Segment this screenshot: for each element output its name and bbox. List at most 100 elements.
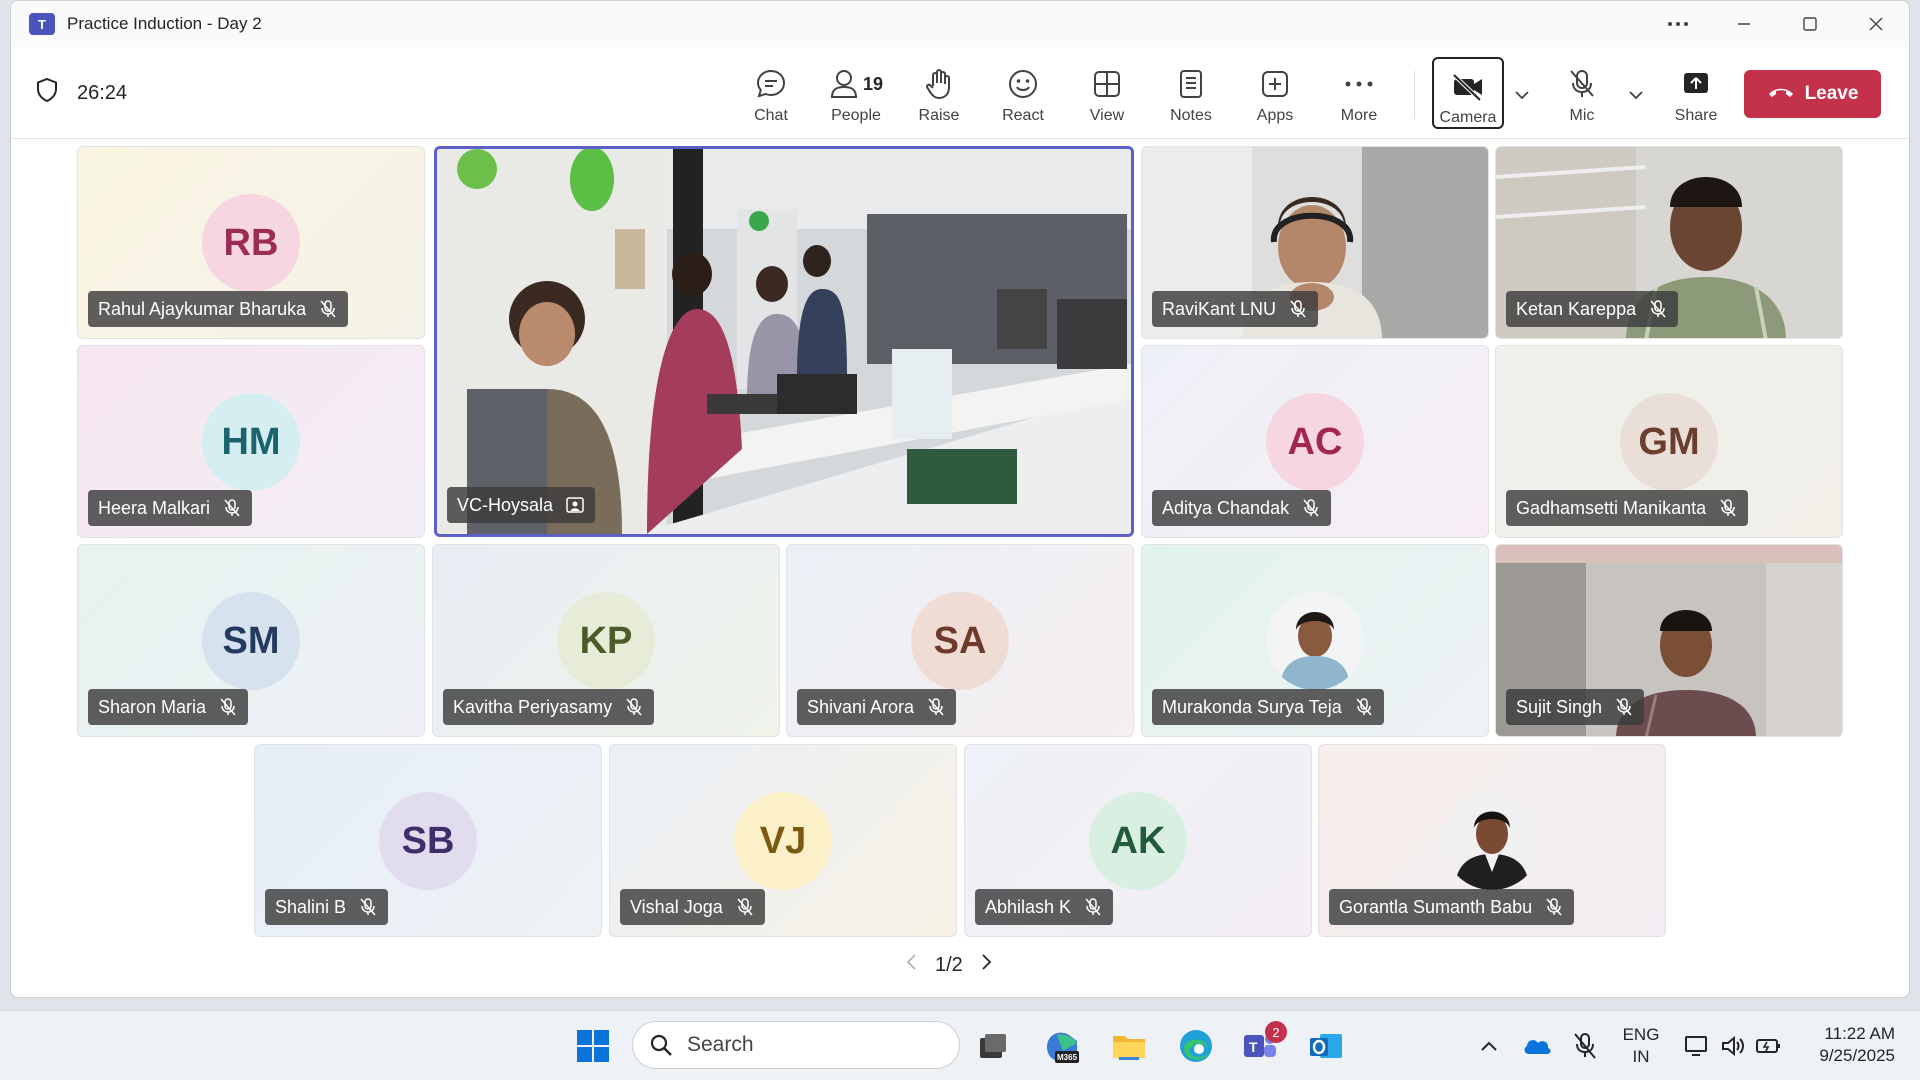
- avatar: SM: [202, 592, 300, 690]
- participant-video-tile[interactable]: Ketan Kareppa: [1495, 146, 1843, 339]
- participant-tile[interactable]: GM Gadhamsetti Manikanta: [1495, 345, 1843, 538]
- network-icon[interactable]: [1678, 1027, 1716, 1065]
- emoji-icon: [1007, 67, 1039, 101]
- apps-button[interactable]: Apps: [1239, 55, 1311, 131]
- mic-off-icon: [1546, 898, 1562, 916]
- leave-button[interactable]: Leave: [1744, 70, 1881, 118]
- share-label: Share: [1674, 107, 1718, 124]
- system-clock[interactable]: 11:22 AM 9/25/2025: [1800, 1023, 1895, 1067]
- participant-name-tag: Shalini B: [265, 889, 389, 925]
- participant-tile[interactable]: HM Heera Malkari: [77, 345, 425, 538]
- more-options-icon[interactable]: [1645, 1, 1711, 47]
- input-language-indicator[interactable]: ENG IN: [1618, 1024, 1664, 1068]
- mic-off-icon: [1720, 499, 1736, 517]
- task-view-icon[interactable]: [974, 1027, 1012, 1065]
- teams-logo-icon: T: [29, 13, 55, 35]
- participant-tile[interactable]: SM Sharon Maria: [77, 544, 425, 737]
- onedrive-cloud-icon[interactable]: [1518, 1027, 1556, 1065]
- participant-video-tile-spotlight[interactable]: VC-Hoysala: [434, 146, 1134, 537]
- chat-button[interactable]: Chat: [735, 55, 807, 131]
- battery-icon[interactable]: [1750, 1027, 1788, 1065]
- teams-taskbar-icon[interactable]: T 2: [1241, 1021, 1287, 1065]
- share-icon: [1681, 67, 1711, 101]
- view-button[interactable]: View: [1071, 55, 1143, 131]
- title-bar: T Practice Induction - Day 2: [11, 1, 1909, 47]
- participant-video-tile[interactable]: Sujit Singh: [1495, 544, 1843, 737]
- participant-name: VC-Hoysala: [457, 494, 554, 515]
- camera-button[interactable]: Camera: [1432, 57, 1504, 129]
- participant-name: Sharon Maria: [98, 696, 207, 717]
- raise-hand-button[interactable]: Raise: [903, 55, 975, 131]
- participant-tile[interactable]: KP Kavitha Periyasamy: [432, 544, 780, 737]
- outlook-icon[interactable]: [1307, 1027, 1345, 1065]
- participant-tile[interactable]: AC Aditya Chandak: [1141, 345, 1489, 538]
- volume-icon[interactable]: [1714, 1027, 1752, 1065]
- windows-start-icon[interactable]: [574, 1027, 612, 1065]
- mic-off-icon: [220, 698, 236, 716]
- participant-name: Rahul Ajaykumar Bharuka: [98, 298, 307, 319]
- participant-name: Ketan Kareppa: [1516, 298, 1637, 319]
- close-button[interactable]: [1843, 1, 1909, 47]
- participant-name-tag: Vishal Joga: [620, 889, 765, 925]
- more-label: More: [1340, 107, 1378, 124]
- page-navigation: 1/2: [905, 953, 993, 977]
- taskbar-search[interactable]: Search: [632, 1021, 960, 1069]
- participant-tile[interactable]: Murakonda Surya Teja: [1141, 544, 1489, 737]
- avatar: AK: [1089, 792, 1187, 890]
- microsoft-365-icon[interactable]: M365: [1043, 1027, 1081, 1065]
- participant-name-tag: Murakonda Surya Teja: [1152, 689, 1384, 725]
- people-button[interactable]: 19 People: [819, 55, 893, 131]
- participant-name-tag: RaviKant LNU: [1152, 291, 1319, 327]
- participant-name: Kavitha Periyasamy: [453, 696, 613, 717]
- notes-icon: [1177, 67, 1205, 101]
- chat-icon: [755, 67, 787, 101]
- minimize-button[interactable]: [1711, 1, 1777, 47]
- window-controls: [1645, 1, 1909, 47]
- mic-off-icon: [737, 898, 753, 916]
- edge-browser-icon[interactable]: [1177, 1027, 1215, 1065]
- participant-name-tag: Rahul Ajaykumar Bharuka: [88, 291, 349, 327]
- participant-tile[interactable]: Gorantla Sumanth Babu: [1318, 744, 1666, 937]
- share-button[interactable]: Share: [1660, 55, 1732, 131]
- previous-page-chevron-left-icon[interactable]: [905, 953, 917, 977]
- participant-video-tile[interactable]: RaviKant LNU: [1141, 146, 1489, 339]
- participant-name-tag: Heera Malkari: [88, 490, 253, 526]
- mic-options-chevron-down-icon[interactable]: [1628, 87, 1644, 105]
- camera-label: Camera: [1439, 109, 1497, 126]
- avatar: SA: [911, 592, 1009, 690]
- react-button[interactable]: React: [987, 55, 1059, 131]
- more-button[interactable]: More: [1323, 55, 1395, 131]
- mic-off-icon: [224, 499, 240, 517]
- mic-muted-tray-icon[interactable]: [1566, 1027, 1604, 1065]
- file-explorer-icon[interactable]: [1110, 1027, 1148, 1065]
- participant-tile[interactable]: SB Shalini B: [254, 744, 602, 937]
- page-indicator: 1/2: [935, 953, 963, 976]
- window-title: Practice Induction - Day 2: [67, 14, 262, 33]
- participant-tile[interactable]: SA Shivani Arora: [786, 544, 1134, 737]
- mic-off-icon: [1616, 698, 1632, 716]
- mic-off-icon: [1650, 300, 1666, 318]
- participant-name: Murakonda Surya Teja: [1162, 696, 1342, 717]
- mic-button[interactable]: Mic: [1546, 55, 1618, 131]
- participant-tile[interactable]: AK Abhilash K: [964, 744, 1312, 937]
- participant-tile[interactable]: VJ Vishal Joga: [609, 744, 957, 937]
- participant-name-tag: Sujit Singh: [1506, 689, 1645, 725]
- mic-off-icon: [1356, 698, 1372, 716]
- participant-tile[interactable]: RB Rahul Ajaykumar Bharuka: [77, 146, 425, 339]
- search-icon: [650, 1034, 672, 1056]
- participant-name: Heera Malkari: [98, 497, 211, 518]
- room-video-feed: [437, 149, 1131, 534]
- notes-button[interactable]: Notes: [1155, 55, 1227, 131]
- participant-name-tag: Kavitha Periyasamy: [443, 689, 655, 725]
- search-placeholder: Search: [687, 1033, 754, 1056]
- windows-taskbar: Search M365 T 2 ENG IN 11:22 AM 9/25/202…: [0, 1010, 1920, 1080]
- grid-view-icon: [1092, 67, 1122, 101]
- maximize-button[interactable]: [1777, 1, 1843, 47]
- clock-date: 9/25/2025: [1819, 1046, 1895, 1065]
- next-page-chevron-right-icon[interactable]: [981, 953, 993, 977]
- profile-photo: [1443, 792, 1541, 890]
- show-hidden-icons-chevron-up-icon[interactable]: [1470, 1027, 1508, 1065]
- hang-up-icon: [1767, 83, 1795, 105]
- camera-options-chevron-down-icon[interactable]: [1514, 87, 1530, 105]
- participant-name: Gadhamsetti Manikanta: [1516, 497, 1707, 518]
